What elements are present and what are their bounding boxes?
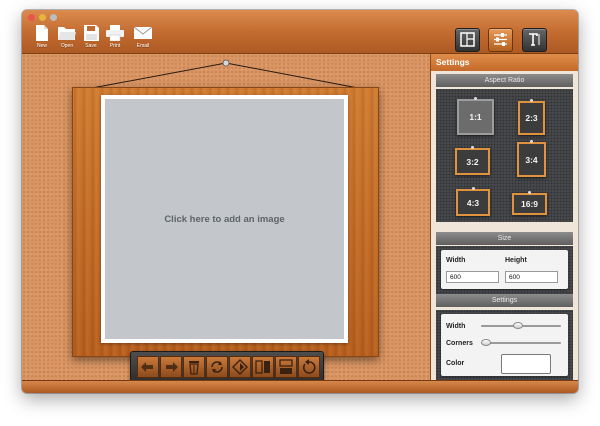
canvas-area: Click here to add an image	[22, 54, 430, 382]
width-field[interactable]: 600	[446, 271, 499, 283]
aspect-ratio-options: 1:1 2:3 3:2 3:4 4:3 16:9	[436, 89, 573, 222]
flip-horizontal-icon	[255, 360, 270, 374]
photo-frame[interactable]: Click here to add an image	[101, 95, 348, 343]
settings-card: Width Corners Color	[441, 314, 568, 376]
email-label: Email	[136, 43, 150, 49]
ratio-3-2-option[interactable]: 3:2	[455, 146, 490, 175]
ratio-4-3-option[interactable]: 4:3	[456, 187, 490, 216]
toolbar: New Open Save Print Email	[22, 10, 578, 54]
flip-diagonal-button[interactable]	[229, 356, 251, 378]
reset-icon	[302, 359, 316, 374]
undo-icon	[141, 362, 153, 372]
rotate-button[interactable]	[206, 356, 228, 378]
corners-slider-thumb[interactable]	[481, 339, 491, 346]
app-window: New Open Save Print Email Click here to …	[22, 10, 578, 393]
aspect-ratio-heading: Aspect Ratio	[436, 74, 573, 87]
save-label: Save	[85, 43, 97, 49]
sidebar-title: Settings	[431, 54, 578, 71]
flip-vertical-button[interactable]	[275, 356, 297, 378]
ratio-16-9-option[interactable]: 16:9	[512, 191, 547, 215]
save-icon	[83, 25, 99, 41]
new-icon	[36, 25, 48, 41]
flip-horizontal-button[interactable]	[252, 356, 274, 378]
text-panel-button[interactable]	[522, 28, 547, 52]
redo-icon	[166, 362, 178, 372]
flip-diagonal-icon	[232, 359, 248, 375]
text-icon	[529, 33, 540, 46]
trash-icon	[189, 361, 199, 375]
add-image-prompt[interactable]: Click here to add an image	[164, 214, 284, 225]
settings-section: Width Corners Color	[436, 310, 573, 380]
size-height-label: Height	[505, 257, 527, 264]
size-section: Width Height 600 600	[436, 246, 573, 294]
new-button[interactable]: New	[30, 25, 54, 49]
open-label: Open	[60, 43, 74, 49]
edit-toolbar	[130, 351, 324, 382]
settings-sidebar: Settings Aspect Ratio 1:1 2:3 3:2 3:4 4:…	[430, 54, 578, 380]
image-drop-zone[interactable]: Click here to add an image	[105, 99, 344, 339]
open-button[interactable]: Open	[55, 25, 79, 49]
settings-panel-button[interactable]	[488, 28, 513, 52]
rotate-icon	[211, 361, 223, 373]
settings-icon	[494, 33, 507, 46]
save-button[interactable]: Save	[79, 25, 103, 49]
ratio-2-3-option[interactable]: 2:3	[518, 99, 545, 135]
print-label: Print	[109, 43, 121, 49]
layout-icon	[460, 32, 475, 47]
print-button[interactable]: Print	[103, 25, 127, 49]
minimize-window-button[interactable]	[39, 14, 46, 21]
corners-label: Corners	[446, 340, 473, 347]
ratio-1-1-option[interactable]: 1:1	[457, 97, 494, 135]
zoom-window-button[interactable]	[50, 14, 57, 21]
close-window-button[interactable]	[28, 14, 35, 21]
email-button[interactable]: Email	[131, 25, 155, 49]
border-width-slider-thumb[interactable]	[512, 322, 523, 329]
border-width-label: Width	[446, 323, 466, 330]
size-width-label: Width	[446, 257, 466, 264]
undo-button[interactable]	[137, 356, 159, 378]
corners-slider[interactable]	[481, 342, 561, 344]
redo-button[interactable]	[160, 356, 182, 378]
open-icon	[58, 27, 76, 40]
layout-panel-button[interactable]	[455, 28, 480, 52]
wood-frame: Click here to add an image	[72, 87, 379, 357]
reset-button[interactable]	[298, 356, 320, 378]
ratio-3-4-option[interactable]: 3:4	[517, 140, 546, 177]
delete-button[interactable]	[183, 356, 205, 378]
print-icon	[106, 25, 124, 41]
size-card: Width Height 600 600	[441, 250, 568, 289]
email-icon	[134, 26, 152, 39]
height-field[interactable]: 600	[505, 271, 558, 283]
color-label: Color	[446, 360, 465, 367]
new-label: New	[36, 43, 47, 49]
color-well[interactable]	[501, 354, 551, 374]
size-heading: Size	[436, 232, 573, 245]
flip-vertical-icon	[279, 359, 293, 374]
bottom-shelf	[22, 380, 578, 393]
settings-heading: Settings	[436, 294, 573, 307]
